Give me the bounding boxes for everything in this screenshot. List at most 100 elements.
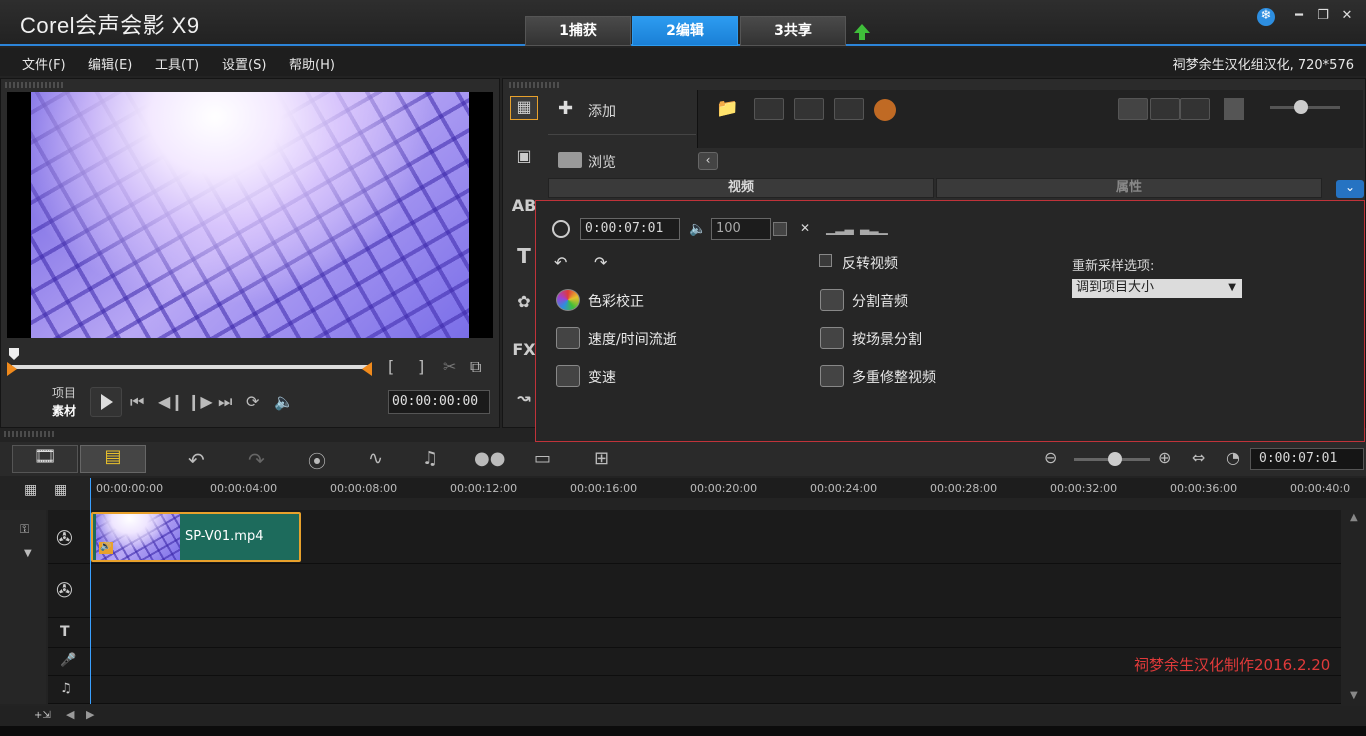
menu-settings[interactable]: 设置(S) [222, 54, 266, 73]
track-manager-icon[interactable]: ▦ [24, 482, 37, 498]
play-button[interactable] [90, 387, 122, 417]
graphics-icon[interactable]: ✿ [510, 292, 538, 316]
overlay-track[interactable] [48, 564, 1341, 618]
view-grid-icon[interactable] [1180, 98, 1210, 120]
music-track[interactable] [48, 676, 1341, 704]
browse-icon[interactable] [558, 152, 582, 168]
repeat-icon[interactable]: ⟳ [246, 392, 259, 411]
image-filter-icon[interactable] [794, 98, 824, 120]
thumb-size-handle[interactable] [1294, 100, 1308, 114]
subtitle-editor-icon[interactable]: ▭ [534, 448, 551, 469]
track-head-video[interactable] [0, 510, 46, 564]
timeline-clip[interactable]: 🔊 SP-V01.mp4 [91, 512, 301, 562]
rotate-left-icon[interactable]: ↶ [554, 253, 567, 272]
track-head-title[interactable] [0, 618, 46, 648]
snowflake-icon[interactable]: ❄ [1257, 8, 1275, 26]
add-track-icon[interactable]: +⇲ [34, 710, 51, 721]
fit-project-icon[interactable]: ⇔ [1192, 448, 1205, 467]
track-head-music[interactable] [0, 676, 46, 704]
tab-capture[interactable]: 1捕获 [525, 16, 631, 46]
mark-in-icon[interactable]: [ [388, 357, 394, 376]
redo-icon[interactable]: ↷ [248, 448, 265, 472]
fade-in-icon[interactable]: ▁▂▃ [826, 221, 854, 235]
rotate-right-icon[interactable]: ↷ [594, 253, 607, 272]
lock-icon[interactable]: ⚿ [20, 522, 29, 537]
chapter-icon[interactable]: ▦ [54, 482, 67, 498]
timeline-duration[interactable]: 0:00:07:01 [1250, 448, 1364, 470]
split-by-scene-icon[interactable] [820, 327, 844, 349]
minimize-icon[interactable]: ━ [1290, 8, 1308, 24]
color-correction-button[interactable]: 色彩校正 [588, 291, 644, 311]
fade-out-icon[interactable]: ▃▂▁ [860, 221, 888, 235]
music-filter-icon[interactable] [834, 98, 864, 120]
prev-frame-icon[interactable]: ◀❙ [158, 392, 184, 411]
path-icon[interactable]: ↝ [510, 388, 538, 412]
reverse-video-checkbox[interactable] [819, 254, 832, 267]
duration-field[interactable]: 0:00:07:01 [580, 218, 680, 240]
tab-share[interactable]: 3共享 [740, 16, 846, 46]
tab-attributes[interactable]: 属性 [936, 178, 1322, 198]
split-audio-button[interactable]: 分割音频 [852, 291, 908, 311]
tab-edit[interactable]: 2编辑 [632, 16, 738, 46]
chevron-down-icon[interactable]: ▼ [24, 548, 32, 559]
tab-video[interactable]: 视频 [548, 178, 934, 198]
volume-field[interactable]: 100 [711, 218, 771, 240]
panel-grip[interactable] [5, 82, 65, 88]
timeline-ruler[interactable]: 00:00:00:00 00:00:04:00 00:00:08:00 00:0… [90, 478, 1366, 498]
upload-icon[interactable] [852, 22, 872, 42]
home-icon[interactable]: ⏮ [130, 392, 144, 412]
zoom-out-icon[interactable]: ⊖ [1044, 448, 1057, 467]
scroll-down-icon[interactable]: ▼ [1350, 690, 1358, 701]
color-correction-icon[interactable] [556, 289, 580, 311]
end-icon[interactable]: ⏭ [218, 392, 232, 412]
undo-icon[interactable]: ↶ [188, 448, 205, 472]
preview-timecode[interactable]: 00:00:00:00 [388, 390, 490, 414]
volume-dropdown[interactable] [773, 222, 787, 236]
timeline-grip[interactable] [0, 430, 1366, 438]
timeline-view-icon[interactable]: ▤ [80, 445, 146, 473]
zoom-handle[interactable] [1108, 452, 1122, 466]
scroll-left-icon[interactable]: ◀ [66, 708, 74, 721]
reverse-video-label[interactable]: 反转视频 [842, 253, 898, 273]
resample-select[interactable]: 调到项目大小 ▼ [1072, 279, 1242, 298]
menu-help[interactable]: 帮助(H) [289, 54, 335, 73]
title-icon[interactable]: T [510, 244, 538, 268]
mode-project[interactable]: 项目 [52, 384, 76, 401]
variable-speed-button[interactable]: 变速 [588, 367, 616, 387]
view-large-icon[interactable] [1118, 98, 1148, 120]
speed-time-lapse-button[interactable]: 速度/时间流逝 [588, 329, 677, 349]
browse-button[interactable]: 浏览 [588, 152, 616, 172]
split-audio-icon[interactable] [820, 289, 844, 311]
scroll-right-icon[interactable]: ▶ [86, 708, 94, 721]
multi-trim-icon[interactable] [820, 365, 844, 387]
next-frame-icon[interactable]: ❙▶ [187, 392, 213, 411]
chevron-down-icon[interactable]: ⌄ [1336, 180, 1364, 198]
instant-project-icon[interactable]: ▣ [510, 146, 538, 170]
volume-icon[interactable]: 🔈 [274, 392, 294, 411]
sort-icon[interactable] [1224, 98, 1244, 120]
restore-icon[interactable]: ❐ [1314, 8, 1332, 24]
collapse-icon[interactable]: ‹ [698, 152, 718, 170]
track-head-voice[interactable] [0, 648, 46, 676]
filter-fx-icon[interactable]: FX [510, 340, 538, 364]
multi-trim-button[interactable]: 多重修整视频 [852, 367, 936, 387]
audio-mixer-icon[interactable]: ∿ [368, 448, 383, 469]
multi-camera-icon[interactable]: ⊞ [594, 448, 609, 469]
record-capture-icon[interactable]: ⦿ [308, 448, 326, 474]
folder-icon[interactable]: 📁 [716, 98, 738, 119]
add-icon[interactable]: ✚ [558, 98, 573, 119]
close-icon[interactable]: ✕ [1338, 8, 1356, 24]
enlarge-preview-icon[interactable]: ⧉ [470, 357, 481, 377]
add-button[interactable]: 添加 [588, 101, 616, 121]
scroll-up-icon[interactable]: ▲ [1350, 512, 1358, 523]
flash-icon[interactable] [874, 99, 896, 121]
transition-icon[interactable]: AB [510, 196, 538, 220]
playhead[interactable] [90, 478, 91, 704]
media-library-icon[interactable]: ▦ [510, 96, 538, 120]
split-by-scene-button[interactable]: 按场景分割 [852, 329, 922, 349]
track-head-overlay[interactable] [0, 564, 46, 618]
menu-edit[interactable]: 编辑(E) [88, 54, 132, 73]
speed-icon[interactable] [556, 327, 580, 349]
zoom-in-icon[interactable]: ⊕ [1158, 448, 1171, 467]
motion-tracking-icon[interactable]: ●● [474, 448, 505, 469]
